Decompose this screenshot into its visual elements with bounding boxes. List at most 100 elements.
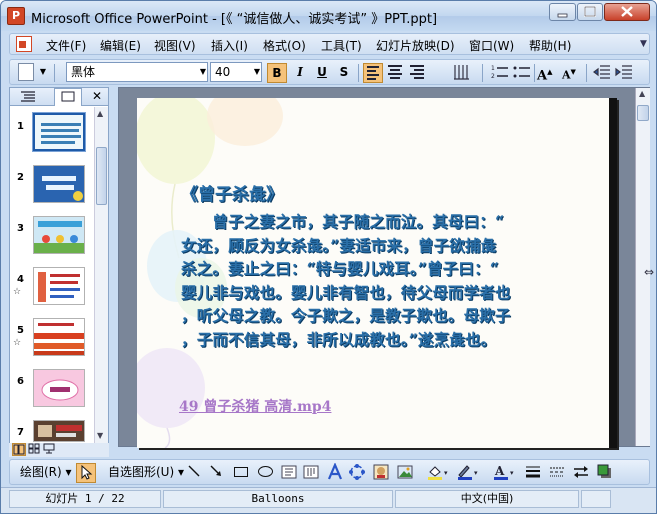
paint-bucket-icon: ▾ <box>428 466 448 480</box>
oval-tool[interactable] <box>256 463 274 483</box>
status-design-template[interactable]: Balloons <box>163 490 393 508</box>
slides-pane: ✕ 1 2 3 4 ☆ 5 ☆ 6 7 ▲ ▼ <box>9 87 109 457</box>
increase-indent-button[interactable] <box>614 63 634 83</box>
slide-number: 4 <box>17 274 24 285</box>
line-weight-button[interactable] <box>524 463 542 483</box>
diagram-tool[interactable] <box>348 463 366 483</box>
body-line: 婴儿非与戏也。婴儿非有智也，待父母而学者也 <box>181 282 511 302</box>
arrow-style-button[interactable] <box>572 463 590 483</box>
normal-view-icon[interactable] <box>12 443 26 456</box>
wordart-tool[interactable] <box>326 462 344 483</box>
chevron-down-icon[interactable]: ▼ <box>38 63 48 83</box>
distribute-columns-icon[interactable] <box>452 63 472 83</box>
shadow-style-button[interactable] <box>596 463 614 483</box>
menu-edit[interactable]: 编辑(E) <box>100 37 141 54</box>
close-pane-icon[interactable]: ✕ <box>92 89 102 103</box>
menu-window[interactable]: 窗口(W) <box>469 37 514 54</box>
maximize-button[interactable] <box>577 3 603 21</box>
close-button[interactable] <box>604 3 650 21</box>
vertical-textbox-tool[interactable] <box>302 463 320 483</box>
status-language[interactable]: 中文(中国) <box>395 490 579 508</box>
vertical-textbox-icon <box>303 465 319 479</box>
scroll-up-icon[interactable]: ▲ <box>97 109 103 118</box>
slide-thumbnail-5[interactable] <box>33 318 85 356</box>
dash-style-button[interactable] <box>548 463 566 483</box>
oval-icon <box>257 466 273 477</box>
align-left-button[interactable] <box>363 63 383 83</box>
textbox-tool[interactable] <box>280 463 298 483</box>
draw-menu[interactable]: 绘图(R) ▾ <box>20 463 72 483</box>
scroll-down-icon[interactable]: ▼ <box>97 431 103 440</box>
scroll-thumb[interactable] <box>637 105 649 121</box>
current-slide[interactable]: 《曾子杀彘》 曾子之妻之市，其子随之而泣。其母曰：“ 女还，顾反为女杀彘。”妻适… <box>137 98 617 448</box>
rectangle-tool[interactable] <box>232 463 250 483</box>
window-title: Microsoft Office PowerPoint - [《 “诚信做人、诚… <box>31 12 438 27</box>
slide-thumbnail-2[interactable] <box>33 165 85 203</box>
chevron-down-icon[interactable]: ▼ <box>640 39 647 49</box>
italic-button[interactable]: I <box>290 63 310 83</box>
document-icon[interactable] <box>16 36 32 52</box>
arrow-style-icon <box>574 466 588 478</box>
new-document-button[interactable] <box>18 63 34 81</box>
chevron-down-icon[interactable]: ▼ <box>198 63 208 83</box>
video-hyperlink[interactable]: 49 曾子杀猪 高清.mp4 <box>179 396 331 416</box>
grow-font-button[interactable]: A▲ <box>537 63 552 83</box>
animation-star-icon: ☆ <box>13 287 22 297</box>
tab-outline[interactable] <box>14 89 42 105</box>
slide-sorter-view-icon[interactable] <box>27 443 41 456</box>
align-right-button[interactable] <box>407 63 427 83</box>
text-shadow-button[interactable]: S <box>334 63 354 83</box>
svg-text:▾: ▾ <box>510 469 514 477</box>
menu-bar: 文件(F) 编辑(E) 视图(V) 插入(I) 格式(O) 工具(T) 幻灯片放… <box>9 33 650 55</box>
decrease-indent-button[interactable] <box>592 63 612 83</box>
chevron-down-icon[interactable]: ▼ <box>252 63 262 83</box>
menu-insert[interactable]: 插入(I) <box>211 37 248 54</box>
slide-number: 3 <box>17 223 24 234</box>
menu-help[interactable]: 帮助(H) <box>529 37 571 54</box>
menu-view[interactable]: 视图(V) <box>154 37 196 54</box>
numbering-button[interactable]: 12 <box>490 63 510 83</box>
animation-star-icon: ☆ <box>13 338 22 348</box>
autoshapes-menu[interactable]: 自选图形(U) ▾ <box>108 463 184 483</box>
minimize-button[interactable] <box>549 3 576 21</box>
font-color-button[interactable]: A ▾ <box>492 463 518 483</box>
tab-slides[interactable] <box>54 88 82 106</box>
bullets-button[interactable] <box>512 63 532 83</box>
align-center-button[interactable] <box>385 63 405 83</box>
separator <box>482 64 483 82</box>
title-bar: P Microsoft Office PowerPoint - [《 “诚信做人… <box>1 1 656 31</box>
status-slide-number: 幻灯片 1 / 22 <box>9 490 161 508</box>
pen-icon: ▾ <box>458 465 478 480</box>
slide-thumbnail-6[interactable] <box>33 369 85 407</box>
scroll-thumb[interactable] <box>96 147 107 205</box>
line-color-button[interactable]: ▾ <box>456 463 482 483</box>
menu-tools[interactable]: 工具(T) <box>321 37 362 54</box>
slideshow-view-icon[interactable] <box>42 443 56 456</box>
underline-button[interactable]: U <box>312 63 332 83</box>
menu-file[interactable]: 文件(F) <box>46 37 86 54</box>
arrow-tool[interactable] <box>208 463 224 483</box>
menu-format[interactable]: 格式(O) <box>263 37 306 54</box>
slide-icon <box>61 91 75 102</box>
menu-slideshow[interactable]: 幻灯片放映(D) <box>376 37 455 54</box>
slide-thumbnail-7[interactable] <box>33 420 85 442</box>
slide-thumbnail-3[interactable] <box>33 216 85 254</box>
bold-button[interactable]: B <box>267 63 287 83</box>
powerpoint-app-icon[interactable]: P <box>7 7 25 25</box>
insert-picture-tool[interactable] <box>396 463 414 483</box>
picture-icon <box>397 465 413 479</box>
fill-color-button[interactable]: ▾ <box>426 463 452 483</box>
slide-thumbnail-1[interactable] <box>32 112 86 152</box>
body-line: 曾子之妻之市，其子随之而泣。其母曰：“ <box>181 212 505 231</box>
slide-thumbnail-4[interactable] <box>33 267 85 305</box>
select-objects-button[interactable] <box>76 463 96 483</box>
scroll-up-icon[interactable]: ▲ <box>639 89 645 98</box>
clipart-tool[interactable] <box>372 463 390 483</box>
separator <box>54 64 55 82</box>
slide-title[interactable]: 《曾子杀彘》 <box>181 180 283 205</box>
line-tool[interactable] <box>186 463 202 483</box>
slide-body-text[interactable]: 曾子之妻之市，其子随之而泣。其母曰：“ 女还，顾反为女杀彘。”妻适市来，曾子欲捕… <box>181 210 581 351</box>
shrink-font-button[interactable]: A▼ <box>562 63 576 83</box>
font-name-select[interactable]: 黑体 <box>66 62 208 82</box>
thumbnails-scrollbar[interactable]: ▲ ▼ <box>94 107 108 443</box>
